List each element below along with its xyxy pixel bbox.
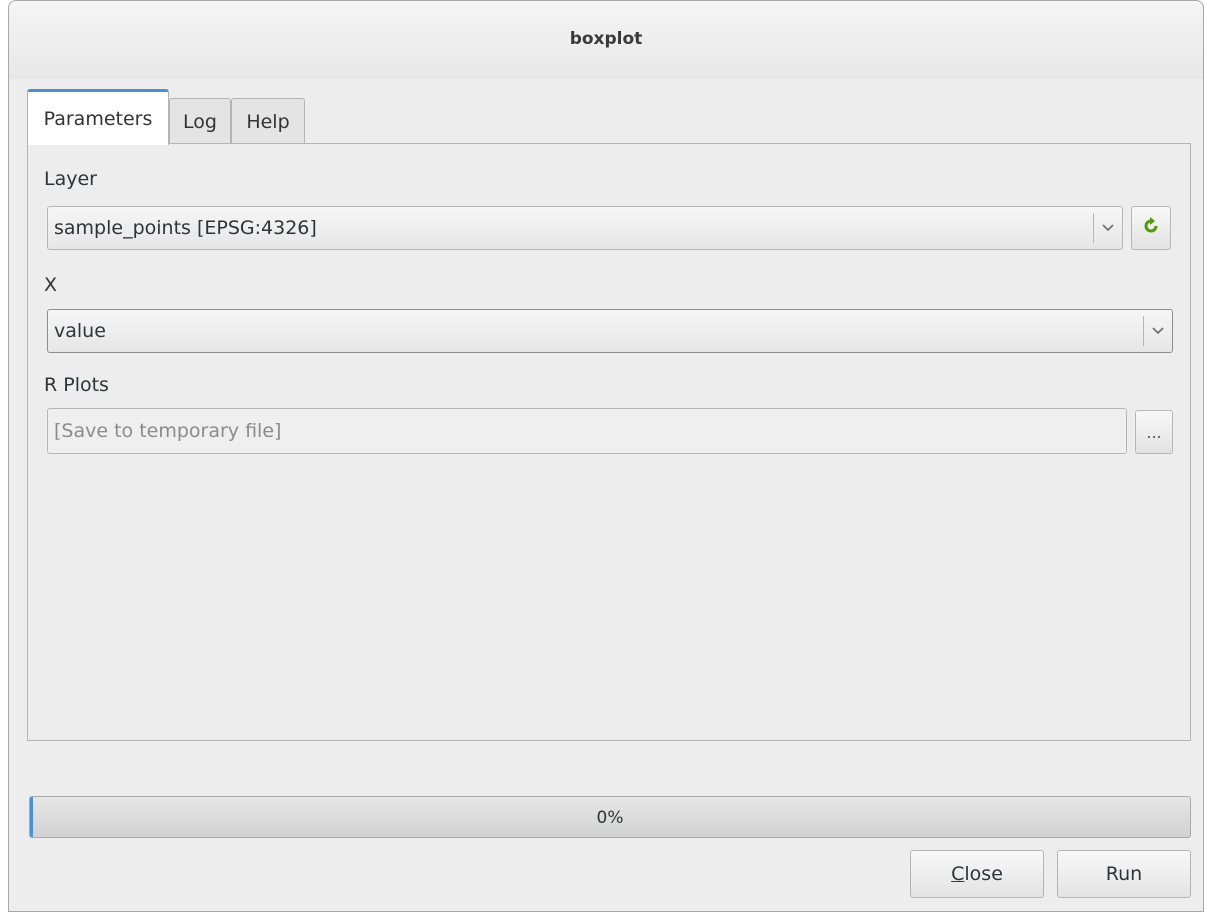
progress-text: 0% <box>596 808 624 828</box>
x-field-combobox[interactable]: value <box>47 309 1173 353</box>
window-title: boxplot <box>569 29 643 49</box>
refresh-layer-button[interactable] <box>1131 206 1171 250</box>
progress-bar: 0% <box>29 796 1191 838</box>
run-button[interactable]: Run <box>1057 850 1191 898</box>
tab-log[interactable]: Log <box>169 98 231 144</box>
chevron-down-icon <box>1143 316 1172 346</box>
layer-combobox[interactable]: sample_points [EPSG:4326] <box>47 206 1123 250</box>
browse-button[interactable]: ... <box>1135 410 1173 454</box>
close-label-rest: lose <box>964 863 1003 885</box>
r-plots-label: R Plots <box>44 374 109 396</box>
r-plots-output-field[interactable] <box>47 408 1127 454</box>
x-value: value <box>54 320 106 342</box>
r-plots-input[interactable] <box>48 409 1126 453</box>
layer-label: Layer <box>44 168 97 190</box>
parameters-panel: Layer sample_points [EPSG:4326] X value … <box>27 143 1191 741</box>
x-label: X <box>44 274 58 296</box>
tab-help[interactable]: Help <box>231 98 305 144</box>
tab-label: Parameters <box>43 107 153 130</box>
close-button[interactable]: Close <box>910 850 1044 898</box>
chevron-down-icon <box>1093 213 1122 243</box>
dialog-window: boxplot Parameters Log Help Layer sample… <box>8 0 1204 912</box>
title-bar[interactable]: boxplot <box>9 1 1203 79</box>
refresh-icon <box>1141 216 1161 240</box>
tab-label: Log <box>183 110 217 133</box>
close-mnemonic: C <box>951 863 965 885</box>
layer-value: sample_points [EPSG:4326] <box>54 217 317 239</box>
tab-parameters[interactable]: Parameters <box>27 89 169 145</box>
tab-label: Help <box>246 110 290 133</box>
